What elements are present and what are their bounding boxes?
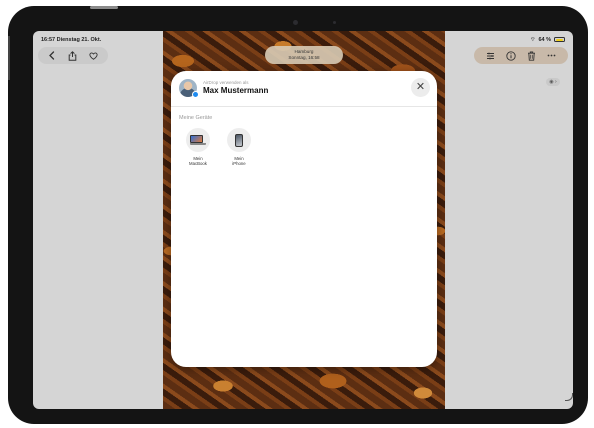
camera-sensor [333,21,336,24]
close-icon: ✕ [415,81,426,93]
airdrop-user-name[interactable]: Max Mustermann [203,86,268,95]
device-label: Mein iPhone [232,156,246,166]
volume-button [8,36,10,80]
photo-date: Sonntag, 16:58 [288,55,320,60]
airdrop-badge-icon [192,91,199,98]
device-item-macbook[interactable]: Mein MacBook [181,128,215,166]
section-title: Meine Geräte [179,115,213,121]
ellipsis-icon[interactable] [545,49,559,63]
trash-icon[interactable] [524,49,538,63]
wifi-icon: ⌔ [530,37,536,43]
chevron-left-icon[interactable] [45,49,59,63]
device-item-iphone[interactable]: Mein iPhone [222,128,256,166]
screen: 16:57 Dienstag 21. Okt. ⌔ 64 % Hamburg S… [33,31,573,409]
sliders-icon[interactable] [483,49,497,63]
toolbar-left [38,47,108,64]
heart-icon[interactable] [87,49,101,63]
iphone-icon [227,128,251,152]
location-date-pill[interactable]: Hamburg Sonntag, 16:58 [265,46,343,64]
airdrop-subtitle: AirDrop verwenden als [203,80,249,85]
battery-icon [554,37,565,42]
power-button [90,6,118,9]
status-indicators: ⌔ 64 % [530,36,565,43]
macbook-icon [186,128,210,152]
status-time-date: 16:57 Dienstag 21. Okt. [41,37,102,43]
device-label: Mein MacBook [189,156,207,166]
sheet-header: AirDrop verwenden als Max Mustermann ✕ [171,71,437,107]
toolbar-right [474,47,568,64]
close-button[interactable]: ✕ [411,78,430,97]
share-icon[interactable] [66,49,80,63]
live-photo-badge[interactable]: ◉ › [546,78,560,86]
info-icon[interactable] [504,49,518,63]
front-camera [293,20,298,25]
airdrop-sheet: AirDrop verwenden als Max Mustermann ✕ M… [171,71,437,367]
battery-percent: 64 % [538,36,551,43]
